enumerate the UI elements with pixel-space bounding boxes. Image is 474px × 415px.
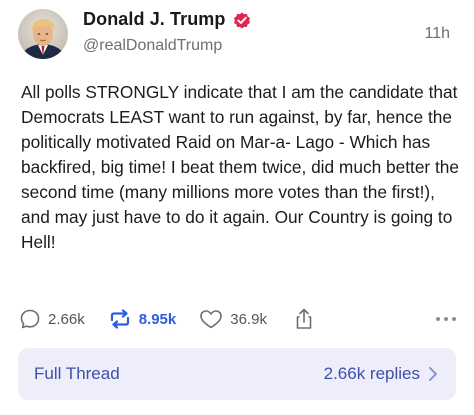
more-options-button[interactable] <box>436 317 458 321</box>
post-timestamp: 11h <box>424 25 450 42</box>
author-name-row: Donald J. Trump <box>83 9 252 30</box>
thread-replies: 2.66k replies <box>324 364 438 384</box>
reply-button[interactable]: 2.66k <box>18 307 85 331</box>
repost-icon <box>110 309 129 329</box>
comment-icon <box>20 309 40 329</box>
reply-count: 2.66k <box>48 310 85 328</box>
share-button[interactable] <box>293 307 315 331</box>
author-handle[interactable]: @realDonaldTrump <box>83 37 222 55</box>
repost-count: 8.95k <box>138 310 177 328</box>
like-count: 36.9k <box>230 310 267 328</box>
profile-photo-icon <box>18 9 68 59</box>
avatar[interactable] <box>18 9 68 59</box>
heart-icon <box>200 310 223 329</box>
more-icon-dot <box>444 317 448 321</box>
thread-replies-count: 2.66k replies <box>323 364 420 383</box>
full-thread-label: Full Thread <box>34 364 120 383</box>
chevron-right-icon <box>429 367 437 381</box>
more-icon <box>436 317 440 321</box>
post-actions-bar: 2.66k 8.95k 36.9k <box>18 304 458 334</box>
post-body: All polls STRONGLY indicate that I am th… <box>21 82 460 252</box>
like-button[interactable]: 36.9k <box>198 307 267 331</box>
more-icon-dot <box>452 317 456 321</box>
author-display-name[interactable]: Donald J. Trump <box>83 9 226 30</box>
share-icon <box>296 308 312 329</box>
repost-button[interactable]: 8.95k <box>107 307 177 331</box>
full-thread-button[interactable]: Full Thread 2.66k replies <box>18 348 456 400</box>
verified-badge-icon <box>233 12 250 28</box>
